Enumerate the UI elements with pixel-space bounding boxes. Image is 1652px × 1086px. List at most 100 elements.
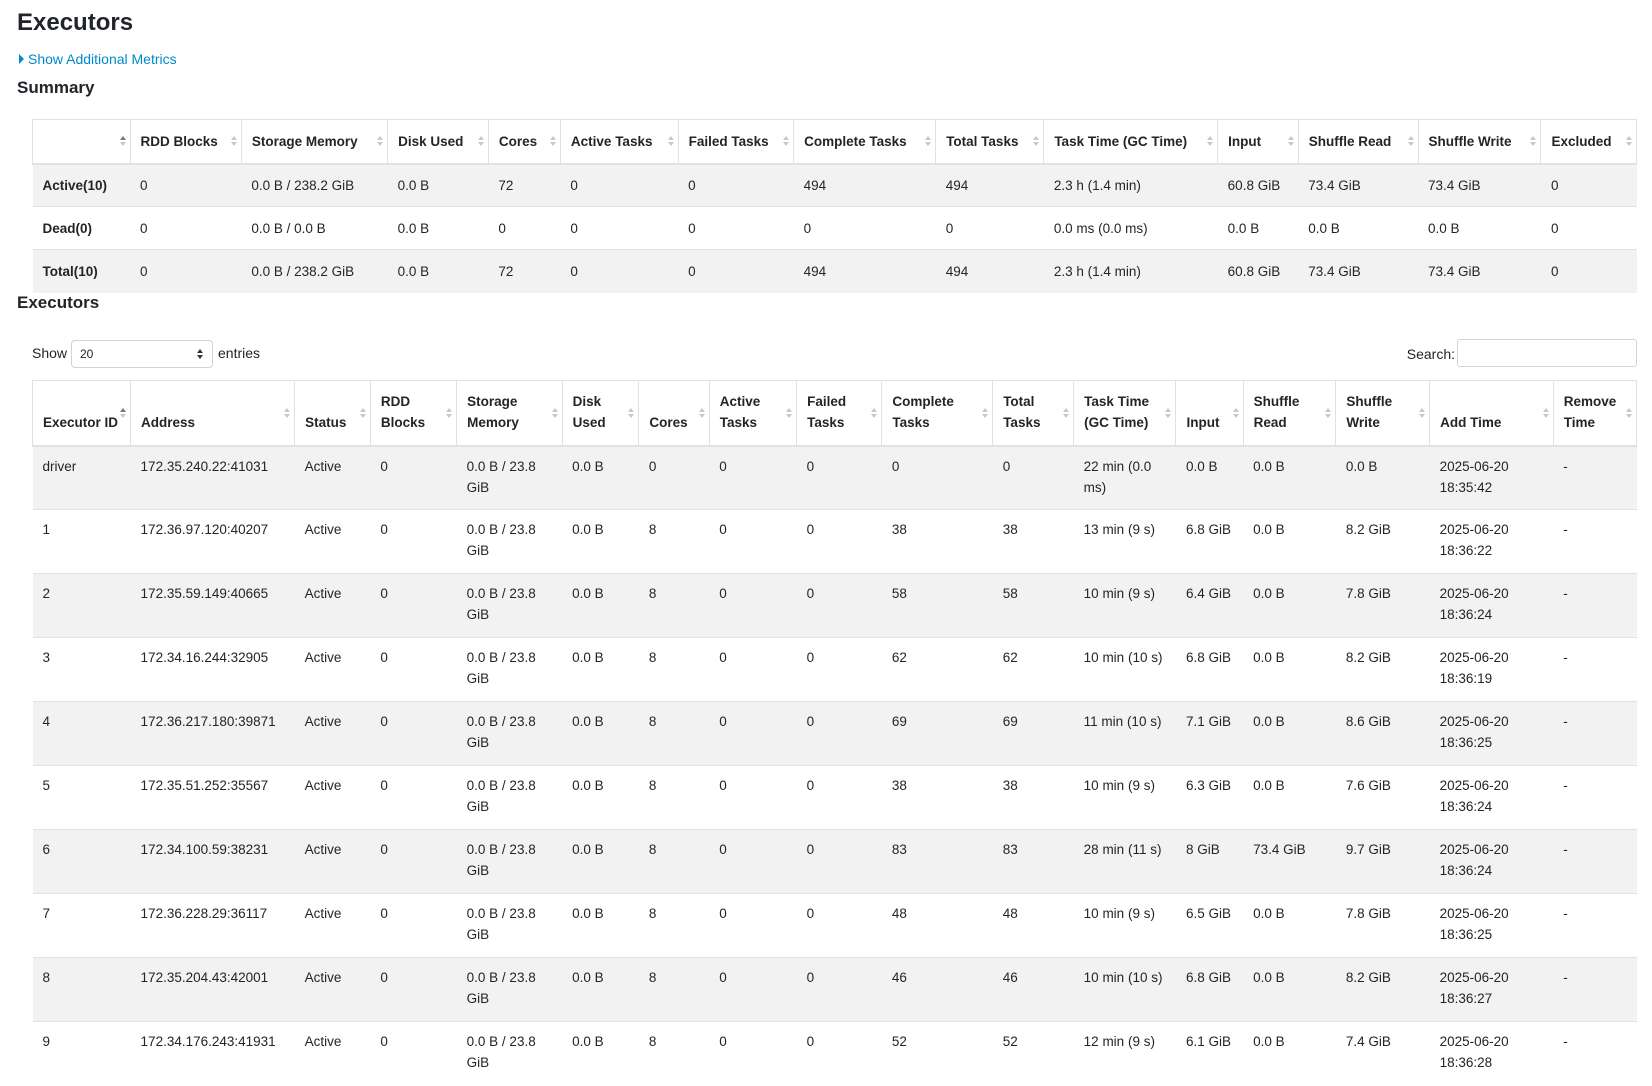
table-cell: 69 <box>992 701 1074 766</box>
table-cell: 2025-06-20 18:35:42 <box>1429 445 1554 510</box>
table-cell: 0 <box>796 1021 882 1086</box>
executors-header-remove-time[interactable]: Remove Time <box>1552 380 1638 447</box>
table-cell: 60.8 GiB <box>1217 249 1299 293</box>
table-cell: 8 <box>638 1021 710 1086</box>
table-cell: Dead(0) <box>32 206 131 250</box>
executors-header-shuffle-read[interactable]: Shuffle Read <box>1242 380 1337 447</box>
header-label: Shuffle Read <box>1308 133 1392 149</box>
executors-header-cores[interactable]: Cores <box>638 380 710 447</box>
summary-header-cores[interactable]: Cores <box>487 119 561 165</box>
table-cell: - <box>1553 765 1637 830</box>
executors-body: driver 172.35.240.22:41031 Active 0 0.0 B / … <box>32 445 1637 1086</box>
summary-header-total-tasks[interactable]: Total Tasks <box>935 119 1045 165</box>
table-cell: Active <box>294 893 371 958</box>
summary-header-complete-tasks[interactable]: Complete Tasks <box>793 119 937 165</box>
table-cell: 172.35.240.22:41031 <box>130 445 295 510</box>
summary-header-shuffle-write[interactable]: Shuffle Write <box>1417 119 1542 165</box>
summary-header-active-tasks[interactable]: Active Tasks <box>559 119 679 165</box>
table-cell: 0 <box>1540 249 1637 293</box>
header-label: Disk Used <box>398 133 464 149</box>
header-label: Excluded <box>1551 133 1612 149</box>
table-cell: 0.0 B <box>1243 637 1336 702</box>
table-cell: Active <box>294 829 371 894</box>
table-cell: 8.2 GiB <box>1335 509 1430 574</box>
summary-header-excluded[interactable]: Excluded <box>1540 119 1637 165</box>
table-row: Dead(0) 0 0.0 B / 0.0 B 0.0 B 0 0 0 0 0 0.0 ms (0… <box>32 206 1637 250</box>
table-row: 4 172.36.217.180:39871 Active 0 0.0 B / 23.8… <box>32 701 1637 766</box>
table-cell: 7.8 GiB <box>1335 893 1430 958</box>
table-row: 5 172.35.51.252:35567 Active 0 0.0 B / 23.8 … <box>32 765 1637 830</box>
executors-header-shuffle-write[interactable]: Shuffle Write <box>1335 380 1431 447</box>
sort-arrows-icon <box>230 136 237 147</box>
executors-header-task-time-gc-time[interactable]: Task Time (GC Time) <box>1073 380 1177 447</box>
table-cell: 7.8 GiB <box>1335 573 1430 638</box>
table-cell: 38 <box>992 765 1074 830</box>
sort-arrows-icon <box>477 136 484 147</box>
header-label: Add Time <box>1440 414 1502 430</box>
summary-header-col-0[interactable] <box>32 119 131 165</box>
table-cell: 10 min (10 s) <box>1073 637 1176 702</box>
show-additional-metrics-link[interactable]: Show Additional Metrics <box>19 51 177 67</box>
sort-arrows-icon <box>119 136 126 147</box>
table-cell: - <box>1553 573 1637 638</box>
executors-header-complete-tasks[interactable]: Complete Tasks <box>881 380 994 447</box>
executors-header-active-tasks[interactable]: Active Tasks <box>708 380 798 447</box>
table-cell: 58 <box>881 573 993 638</box>
table-cell: 2025-06-20 18:36:24 <box>1429 829 1554 894</box>
table-row: 9 172.34.176.243:41931 Active 0 0.0 B / 23.8… <box>32 1021 1637 1086</box>
table-cell: 0.0 B <box>387 206 489 250</box>
summary-header-task-time-gc-time[interactable]: Task Time (GC Time) <box>1043 119 1219 165</box>
summary-header-storage-memory[interactable]: Storage Memory <box>240 119 389 165</box>
summary-header-rdd-blocks[interactable]: RDD Blocks <box>129 119 242 165</box>
table-cell: 0.0 B / 23.8 GiB <box>456 509 563 574</box>
executors-page: Executors Show Additional Metrics Summar… <box>0 0 1652 1086</box>
table-cell: 8 <box>638 957 710 1022</box>
table-row: 1 172.36.97.120:40207 Active 0 0.0 B / 23.8 … <box>32 509 1637 574</box>
page-size-select[interactable]: 20 <box>71 340 213 368</box>
table-cell: 0.0 B <box>562 765 639 830</box>
sort-arrows-icon <box>1207 136 1214 147</box>
table-cell: - <box>1553 1021 1637 1086</box>
executors-header-failed-tasks[interactable]: Failed Tasks <box>796 380 883 447</box>
table-cell: driver <box>32 445 131 510</box>
executors-header-input[interactable]: Input <box>1175 380 1244 447</box>
table-cell: 0.0 B <box>1243 445 1336 510</box>
sort-arrows-icon <box>1165 407 1172 418</box>
table-cell: 0.0 B <box>1298 206 1419 250</box>
executors-header-total-tasks[interactable]: Total Tasks <box>992 380 1075 447</box>
table-cell: 172.36.217.180:39871 <box>130 701 295 766</box>
table-cell: 0 <box>370 573 457 638</box>
header-label: Active Tasks <box>570 133 653 149</box>
sort-arrows-icon <box>783 136 790 147</box>
header-label: Shuffle Read <box>1253 393 1300 430</box>
table-cell: 0 <box>709 829 797 894</box>
executors-header-disk-used[interactable]: Disk Used <box>561 380 640 447</box>
table-cell: 0 <box>370 509 457 574</box>
executors-header-add-time[interactable]: Add Time <box>1429 380 1554 447</box>
executors-header-address[interactable]: Address <box>130 380 296 447</box>
table-cell: 0 <box>796 637 882 702</box>
header-label: Storage Memory <box>251 133 358 149</box>
header-label: Storage Memory <box>467 393 519 430</box>
summary-header-failed-tasks[interactable]: Failed Tasks <box>677 119 795 165</box>
table-cell: 0 <box>796 509 882 574</box>
executors-header-executor-id[interactable]: Executor ID <box>31 380 132 447</box>
table-cell: 0 <box>793 206 936 250</box>
table-cell: 0.0 B <box>562 829 639 894</box>
executors-header-storage-memory[interactable]: Storage Memory <box>456 380 563 447</box>
summary-title: Summary <box>17 78 95 97</box>
table-cell: 0 <box>796 957 882 1022</box>
sort-arrows-icon <box>446 407 453 418</box>
table-cell: 0.0 B <box>1243 765 1336 830</box>
table-cell: 0.0 B <box>562 445 639 510</box>
summary-header-input[interactable]: Input <box>1217 119 1299 165</box>
table-cell: 3 <box>32 637 131 702</box>
table-cell: 8.2 GiB <box>1335 637 1430 702</box>
table-cell: 0 <box>796 573 882 638</box>
executors-header-status[interactable]: Status <box>294 380 371 447</box>
executors-header-rdd-blocks[interactable]: RDD Blocks <box>369 380 458 447</box>
summary-header-shuffle-read[interactable]: Shuffle Read <box>1297 119 1419 165</box>
table-cell: 0.0 B <box>1418 206 1541 250</box>
search-input[interactable] <box>1457 339 1637 367</box>
summary-header-disk-used[interactable]: Disk Used <box>387 119 489 165</box>
